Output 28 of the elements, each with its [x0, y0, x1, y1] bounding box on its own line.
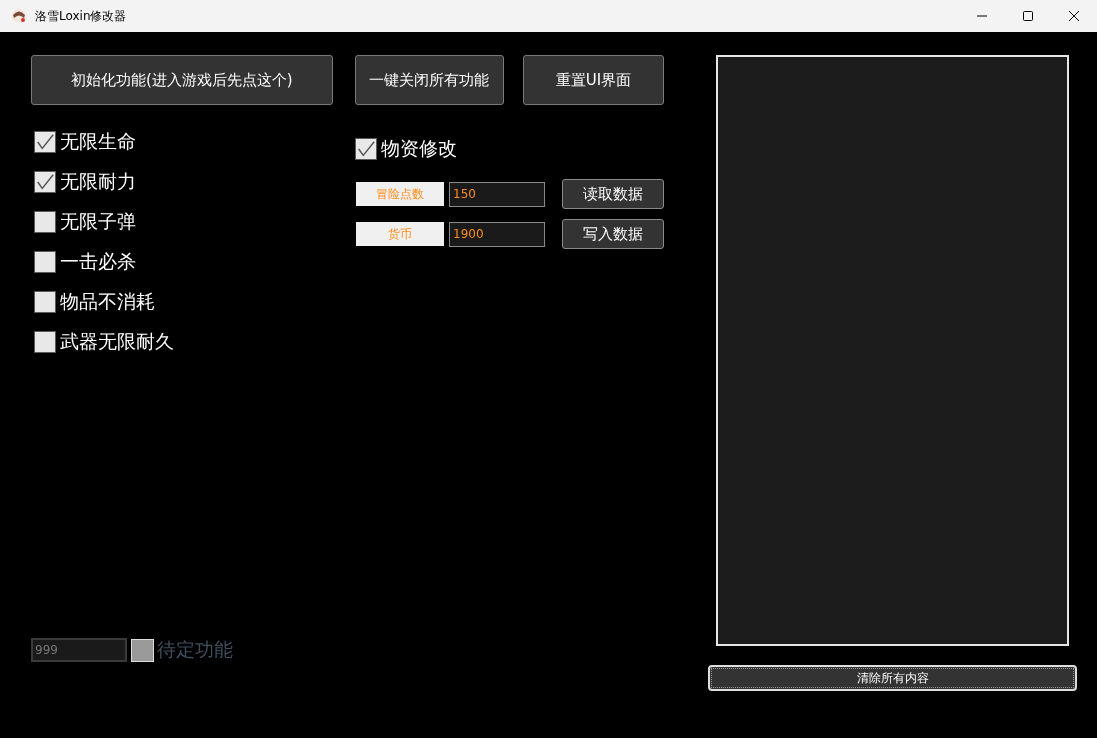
checkbox[interactable]	[34, 251, 56, 273]
checkbox[interactable]	[34, 331, 56, 353]
data-button[interactable]: 写入数据	[562, 219, 664, 249]
app-icon	[11, 8, 27, 24]
action-button[interactable]: 重置UI界面	[523, 55, 664, 105]
window-title: 洛雪Loxin修改器	[35, 7, 127, 25]
checkbox[interactable]	[355, 138, 377, 160]
checkbox[interactable]	[34, 291, 56, 313]
checkbox-label[interactable]: 武器无限耐久	[60, 329, 174, 355]
clear-button[interactable]: 清除所有内容	[708, 665, 1077, 691]
field-label: 冒险点数	[356, 182, 444, 206]
checkbox-label[interactable]: 物资修改	[381, 136, 457, 162]
checkbox-label[interactable]: 无限耐力	[60, 169, 136, 195]
input-field[interactable]: 1900	[449, 221, 545, 247]
field-label: 货币	[356, 222, 444, 246]
checkbox-label[interactable]: 一击必杀	[60, 249, 136, 275]
checkbox-label[interactable]: 无限生命	[60, 129, 136, 155]
action-button[interactable]: 一键关闭所有功能	[354, 55, 505, 105]
checkbox[interactable]	[34, 131, 56, 153]
checkbox-label[interactable]: 无限子弹	[60, 209, 136, 235]
data-button[interactable]: 读取数据	[562, 179, 664, 209]
maximize-icon	[1023, 11, 1033, 21]
close-icon	[1069, 11, 1079, 21]
checkbox[interactable]	[34, 171, 56, 193]
checkbox[interactable]	[34, 211, 56, 233]
input-field[interactable]: 150	[449, 181, 545, 207]
action-button[interactable]: 初始化功能(进入游戏后先点这个)	[31, 55, 333, 105]
checkbox-label[interactable]: 物品不消耗	[60, 289, 155, 315]
